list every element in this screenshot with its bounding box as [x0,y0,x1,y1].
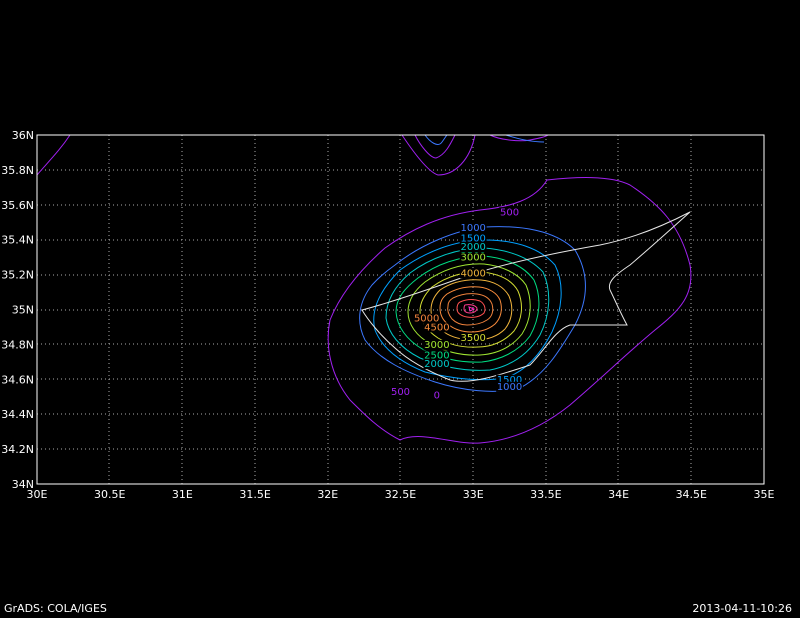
y-tick-label: 36N [12,129,34,142]
x-tick-label: 33.5E [530,488,561,501]
y-axis-tick-labels: 34N 34.2N 34.4N 34.6N 34.8N 35N 35.2N 35.4N 35.6… [1,129,34,491]
x-tick-label: 34.5E [676,488,707,501]
contour-label: 3000 [424,340,449,351]
y-tick-label: 35.8N [1,164,34,177]
footer-credit: GrADS: COLA/IGES [4,602,107,615]
contour-label: 500 [500,207,519,218]
contour-label: 500 [391,387,410,398]
grid-lines [37,135,764,484]
y-tick-label: 34.4N [1,408,34,421]
x-tick-label: 31.5E [239,488,270,501]
contour-label: 5000 [414,314,439,325]
contour-label: 3000 [460,253,485,264]
x-tick-label: 32.5E [385,488,416,501]
x-tick-label: 34E [608,488,629,501]
y-tick-label: 34.2N [1,443,34,456]
x-axis-tick-labels: 30E 30.5E 31E 31.5E 32E 32.5E 33E 33.5E 34E 34.5E… [27,488,775,501]
coastline [361,211,691,382]
y-tick-label: 35.4N [1,234,34,247]
contour-label: 1000 [460,223,485,234]
map-plot: 5001000150020002500300040004500500035003… [1,129,775,501]
contour-label: 4000 [460,268,485,279]
y-tick-label: 35.6N [1,199,34,212]
y-tick-label: 34N [12,478,34,491]
footer-timestamp: 2013-04-11-10:26 [692,602,792,615]
contour-label: 2000 [424,359,449,370]
x-tick-label: 33E [463,488,484,501]
contour-label: 3500 [460,333,485,344]
y-tick-label: 34.8N [1,338,34,351]
y-tick-label: 35.2N [1,269,34,282]
contour-label: 0 [434,390,440,401]
x-tick-label: 32E [317,488,338,501]
y-tick-label: 34.6N [1,373,34,386]
x-tick-label: 35E [754,488,775,501]
x-tick-label: 31E [172,488,193,501]
x-tick-label: 30.5E [94,488,125,501]
y-tick-label: 35N [12,304,34,317]
contour-label: 1000 [497,382,522,393]
contour-lines [36,134,692,444]
